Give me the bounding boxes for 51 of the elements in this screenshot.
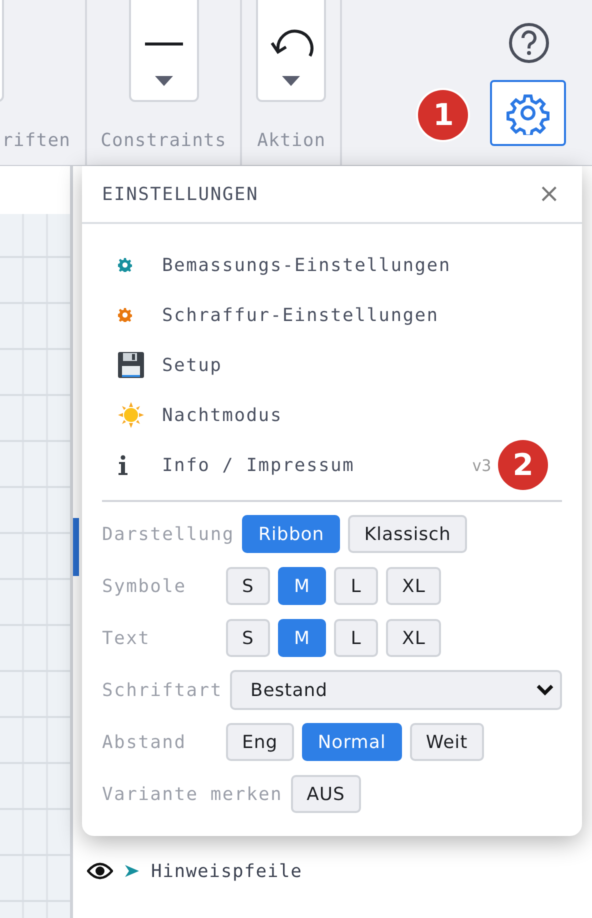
- choice-button[interactable]: L: [334, 567, 378, 605]
- menu-item[interactable]: Setup: [162, 354, 222, 376]
- choice-button[interactable]: L: [334, 619, 378, 657]
- gear-icon: [118, 308, 132, 322]
- option-label: Symbole: [102, 576, 188, 596]
- option-label: Text: [102, 628, 152, 648]
- font-select[interactable]: Bestand: [230, 670, 562, 710]
- choice-button[interactable]: Weit: [410, 723, 484, 761]
- choice-button[interactable]: M: [278, 567, 326, 605]
- group-label: Constraints: [100, 130, 226, 151]
- choice-button[interactable]: Klassisch: [348, 515, 467, 553]
- line-icon: [144, 42, 184, 46]
- undo-tool-button[interactable]: [256, 0, 326, 102]
- choice-button[interactable]: M: [278, 619, 326, 657]
- group-label: Aktion: [257, 130, 326, 151]
- eye-icon[interactable]: [87, 862, 113, 880]
- option-label: Schriftart: [102, 680, 222, 700]
- choice-button[interactable]: S: [226, 567, 270, 605]
- number-badge: 1: [418, 90, 468, 140]
- arrow-icon: [125, 865, 139, 877]
- option-label: Abstand: [102, 732, 188, 752]
- choice-button[interactable]: AUS: [290, 775, 361, 813]
- choice-button[interactable]: XL: [386, 619, 442, 657]
- settings-button[interactable]: [490, 80, 566, 146]
- choice-button[interactable]: Eng: [226, 723, 294, 761]
- group-label: riften: [2, 130, 71, 151]
- choice-button[interactable]: Normal: [302, 723, 402, 761]
- caret-icon: [282, 76, 300, 86]
- undo-icon: [268, 28, 314, 58]
- option-label: Variante merken: [102, 784, 283, 804]
- menu-item[interactable]: Info / Impressum: [162, 454, 355, 476]
- scroll-marker: [73, 518, 79, 576]
- close-button[interactable]: ×: [538, 179, 560, 209]
- menu-item[interactable]: Bemassungs-Einstellungen: [162, 254, 451, 276]
- layer-name[interactable]: Hinweispfeile: [151, 860, 302, 882]
- info-icon: [118, 455, 128, 475]
- choice-button[interactable]: S: [226, 619, 270, 657]
- help-icon[interactable]: [508, 22, 550, 64]
- menu-item[interactable]: Nachtmodus: [162, 404, 282, 426]
- chevron-icon: [536, 684, 554, 696]
- version-label: v3: [472, 456, 492, 474]
- caret-icon: [154, 76, 173, 86]
- menu-item[interactable]: Schraffur-Einstellungen: [162, 304, 439, 326]
- sun-icon: [118, 402, 144, 428]
- number-badge: 2: [498, 440, 548, 490]
- choice-button[interactable]: Ribbon: [242, 515, 340, 553]
- panel-title: EINSTELLUNGEN: [102, 184, 258, 204]
- option-label: Darstellung: [102, 524, 234, 544]
- choice-button[interactable]: XL: [386, 567, 442, 605]
- gear-icon: [118, 258, 132, 272]
- line-tool-button[interactable]: [128, 0, 199, 102]
